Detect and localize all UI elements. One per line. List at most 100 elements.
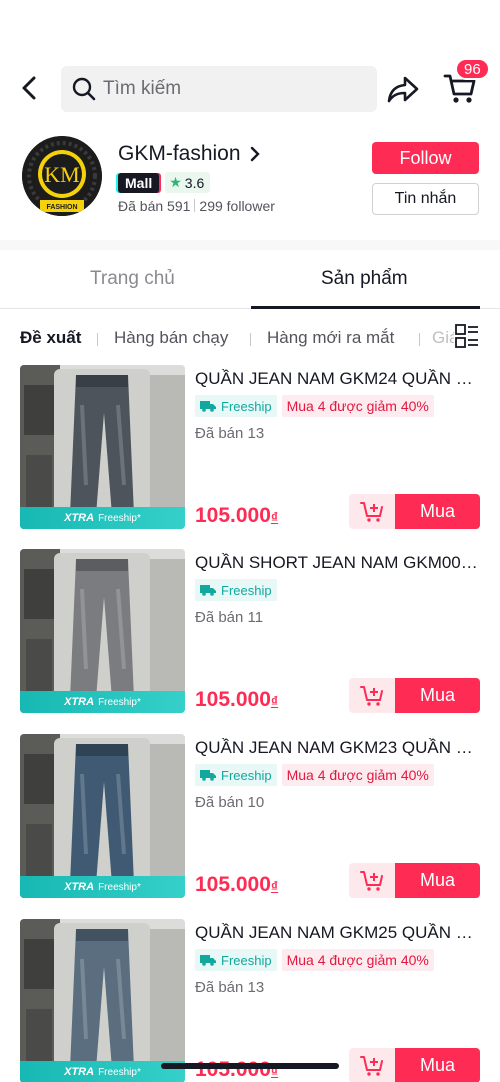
freeship-tag: Freeship [195,395,277,417]
divider [97,333,98,346]
product-sold: Đã bán 13 [195,425,265,442]
promo-tag: Mua 4 được giảm 40% [281,764,434,786]
xtra-label: XTRA [64,881,95,893]
top-bar: Tìm kiếm 96 [0,58,500,114]
shop-header: KM FASHION GKM-fashion Mall ★ 3.6 Đã bán … [0,136,500,236]
add-to-cart-button[interactable] [349,1048,395,1082]
freeship-tag: Freeship [195,764,277,786]
jeans-image [20,734,185,898]
add-to-cart-button[interactable] [349,494,395,529]
chevron-right-icon [250,146,260,162]
add-to-cart-button[interactable] [349,863,395,898]
divider [250,333,251,346]
sort-bar: Đề xuất Hàng bán chạy Hàng mới ra mắt Gi… [0,326,500,350]
product-card[interactable]: XTRA Freeship* QUẦN JEAN NAM GKM23 QUẦN B… [0,734,500,900]
home-indicator [161,1063,339,1069]
product-card[interactable]: XTRA Freeship* QUẦN JEAN NAM GKM24 QUẦN B… [0,365,500,531]
product-tags: Freeship Mua 4 được giảm 40% [195,949,434,971]
cart-count-badge: 96 [455,58,490,80]
xtra-freeship-banner: XTRA Freeship* [20,876,185,898]
share-icon[interactable] [386,72,420,106]
xtra-sub: Freeship* [98,881,141,893]
buy-button[interactable]: Mua [395,678,480,713]
product-tags: Freeship Mua 4 được giảm 40% [195,395,434,417]
shop-badges: Mall ★ 3.6 [118,172,211,193]
product-sold: Đã bán 10 [195,794,265,811]
logo-caption: FASHION [46,204,77,211]
shop-logo-image: KM FASHION [22,136,102,216]
product-sold: Đã bán 11 [195,609,264,626]
product-card[interactable]: XTRA Freeship* QUẦN SHORT JEAN NAM GKM001… [0,549,500,715]
price-value: 105.000 [195,504,271,527]
tab-products[interactable]: Sản phẩm [321,268,408,290]
product-title[interactable]: QUẦN SHORT JEAN NAM GKM001 QUẦN ĐÙI [195,553,480,573]
product-image[interactable]: XTRA Freeship* [20,365,185,529]
freeship-label: Freeship [221,952,272,968]
product-price: 105.000₫ [195,688,278,712]
product-image[interactable]: XTRA Freeship* [20,549,185,713]
jeans-image [20,549,185,713]
shop-name-text: GKM-fashion [118,142,241,165]
product-price: 105.000₫ [195,873,278,897]
freeship-tag: Freeship [195,949,277,971]
add-cart-icon [360,501,383,522]
logo-letters: KM [44,162,79,187]
follow-button[interactable]: Follow [372,142,479,174]
price-value: 105.000 [195,1058,271,1081]
add-cart-icon [360,870,383,891]
promo-tag: Mua 4 được giảm 40% [281,949,434,971]
grid-view-icon[interactable] [455,324,479,348]
shop-stats: Đã bán 591 299 follower [118,198,275,214]
freeship-tag: Freeship [195,579,277,601]
add-to-cart-button[interactable] [349,678,395,713]
star-icon: ★ [169,174,182,190]
shop-name[interactable]: GKM-fashion [118,142,261,166]
sort-recommended[interactable]: Đề xuất [20,328,81,348]
product-image[interactable]: XTRA Freeship* [20,734,185,898]
shop-logo[interactable]: KM FASHION [22,136,102,216]
product-sold: Đã bán 13 [195,979,265,996]
search-input[interactable]: Tìm kiếm [61,66,377,112]
active-tab-indicator [251,306,480,309]
buy-button[interactable]: Mua [395,1048,480,1082]
buy-button[interactable]: Mua [395,863,480,898]
xtra-label: XTRA [64,1066,95,1078]
product-title[interactable]: QUẦN JEAN NAM GKM25 QUẦN BÒ NAM [195,923,480,943]
product-card[interactable]: XTRA Freeship* QUẦN JEAN NAM GKM25 QUẦN B… [0,919,500,1082]
product-price: 105.000₫ [195,504,278,528]
currency-symbol: ₫ [270,693,279,709]
freeship-label: Freeship [221,582,272,598]
jeans-image [20,919,185,1082]
divider [194,199,196,212]
product-image[interactable]: XTRA Freeship* [20,919,185,1082]
mall-badge: Mall [118,172,160,193]
xtra-label: XTRA [64,512,95,524]
freeship-label: Freeship [221,767,272,783]
rating-value: 3.6 [184,174,205,191]
truck-icon [200,770,216,781]
sort-price[interactable]: Giá [432,328,454,348]
product-title[interactable]: QUẦN JEAN NAM GKM23 QUẦN BÒ NAM [195,738,480,758]
shop-followers: 299 follower [199,198,275,214]
back-arrow-icon[interactable] [16,74,44,102]
shop-sold: Đã bán 591 [118,198,191,214]
search-icon [72,77,96,101]
promo-tag: Mua 4 được giảm 40% [281,395,434,417]
tab-home[interactable]: Trang chủ [90,268,175,290]
sort-best-selling[interactable]: Hàng bán chạy [114,328,228,348]
shop-tabs: Trang chủ Sản phẩm [0,250,500,309]
rating-badge: ★ 3.6 [165,172,211,193]
product-tags: Freeship [195,579,277,601]
price-value: 105.000 [195,688,271,711]
section-divider [0,240,500,250]
divider [419,333,420,346]
currency-symbol: ₫ [270,509,279,525]
xtra-label: XTRA [64,696,95,708]
buy-button[interactable]: Mua [395,494,480,529]
product-title[interactable]: QUẦN JEAN NAM GKM24 QUẦN BÒ NAM [195,369,480,389]
message-button[interactable]: Tin nhắn [372,183,479,215]
truck-icon [200,401,216,412]
sort-newest[interactable]: Hàng mới ra mắt [267,328,394,348]
xtra-sub: Freeship* [98,1066,141,1078]
search-placeholder: Tìm kiếm [103,78,182,99]
